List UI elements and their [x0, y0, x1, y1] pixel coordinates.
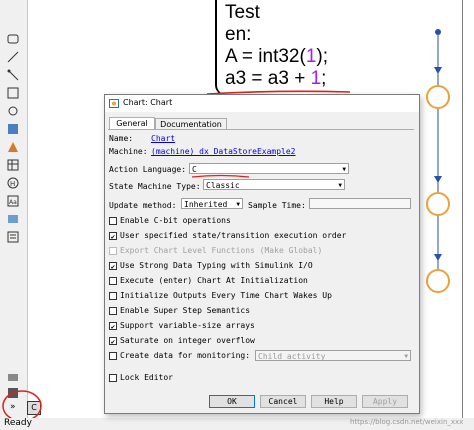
option-export-functions: Export Chart Level Functions (Make Globa…: [109, 246, 322, 257]
apply-button[interactable]: Apply: [362, 395, 408, 408]
option-variable-size-arrays[interactable]: ✔ Support variable-size arrays: [109, 321, 255, 332]
machine-link[interactable]: (machine) dx DataStoreExample2: [151, 147, 296, 156]
option-lock-editor[interactable]: Lock Editor: [109, 373, 173, 384]
sample-time-field[interactable]: [309, 198, 411, 209]
state-icon[interactable]: [7, 30, 19, 44]
checkbox-unchecked: [109, 276, 117, 285]
svg-text:H: H: [10, 180, 15, 188]
simulink-function-icon[interactable]: [7, 120, 19, 134]
checkbox-disabled: [109, 246, 117, 255]
annotation-icon[interactable]: Aa: [7, 192, 19, 207]
dialog-title: Chart: Chart: [123, 98, 173, 107]
image-icon[interactable]: [7, 210, 19, 223]
explore-icon[interactable]: [7, 368, 19, 381]
option-execute-at-init[interactable]: Execute (enter) Chart At Initialization: [109, 276, 308, 287]
checkbox-unchecked: [109, 306, 117, 315]
monitoring-select: Child activity ▼: [255, 350, 411, 361]
box-icon[interactable]: [7, 84, 19, 99]
option-initialize-outputs[interactable]: Initialize Outputs Every Time Chart Wake…: [109, 291, 332, 302]
checkbox-checked: ✔: [109, 321, 117, 331]
svg-text:Aa: Aa: [9, 199, 17, 206]
checkbox-checked: ✔: [109, 231, 117, 241]
default-transition-icon[interactable]: [7, 66, 19, 81]
matlab-function-icon[interactable]: [7, 138, 19, 152]
checkbox-unchecked: [109, 351, 117, 360]
state-circle-2: [426, 192, 450, 216]
chevron-down-icon: ▼: [342, 166, 346, 173]
name-label: Name:: [109, 134, 134, 143]
state-circle-3: [426, 269, 450, 293]
state-action-line-2: a3 = a3 + 1;: [225, 68, 327, 89]
junction-icon[interactable]: [7, 102, 19, 116]
dialog-titlebar[interactable]: Chart: Chart: [105, 95, 419, 112]
chevron-down-icon: ▼: [404, 353, 408, 360]
checkbox-checked: ✔: [109, 336, 117, 346]
action-language-label: Action Language:: [109, 165, 187, 174]
option-user-execution-order[interactable]: ✔ User specified state/transition executi…: [109, 231, 346, 242]
model-explorer-icon[interactable]: [7, 228, 19, 243]
option-enable-c-bit[interactable]: Enable C-bit operations: [109, 216, 231, 227]
history-icon[interactable]: H: [7, 174, 19, 189]
update-method-label: Update method:: [109, 201, 177, 210]
chevron-down-icon: ▼: [236, 201, 240, 208]
update-method-select[interactable]: Inherited ▼: [181, 198, 243, 209]
sample-time-label: Sample Time:: [248, 201, 306, 210]
chart-icon: [109, 99, 119, 108]
checkbox-unchecked: [109, 216, 117, 225]
state-circle-1: [426, 85, 450, 109]
help-button[interactable]: Help: [311, 395, 357, 408]
cancel-button[interactable]: Cancel: [260, 395, 306, 408]
state-column-diagram: [426, 29, 450, 293]
default-transition-dot: [435, 29, 441, 35]
chart-properties-dialog: Chart: Chart General Documentation Name:…: [104, 94, 420, 414]
state-entry-label: en:: [225, 24, 252, 45]
checkbox-checked: ✔: [109, 261, 117, 271]
state-action-line-1: A = int32(1);: [225, 46, 328, 67]
watermark: https://blog.csdn.net/weixin_xxx: [350, 418, 464, 426]
option-super-step[interactable]: Enable Super Step Semantics: [109, 306, 250, 317]
option-strong-typing[interactable]: ✔ Use Strong Data Typing with Simulink I/…: [109, 261, 313, 272]
transition-icon[interactable]: [7, 48, 19, 63]
chevron-down-icon: ▼: [338, 182, 342, 189]
checkbox-unchecked: [109, 291, 117, 300]
status-bar: Ready https://blog.csdn.net/weixin_xxx: [0, 418, 474, 430]
checkbox-unchecked: [109, 373, 117, 382]
machine-label: Machine:: [109, 147, 148, 156]
state-machine-type-label: State Machine Type:: [109, 182, 201, 191]
ok-button[interactable]: OK: [209, 395, 255, 408]
state-name: Test: [225, 2, 260, 23]
truth-table-icon[interactable]: [7, 156, 19, 171]
option-saturate-overflow[interactable]: ✔ Saturate on integer overflow: [109, 336, 255, 347]
state-machine-type-select[interactable]: Classic ▼: [203, 179, 345, 190]
option-create-monitoring-data[interactable]: Create data for monitoring:: [109, 351, 250, 362]
status-ready: Ready: [4, 418, 32, 428]
canvas-border: [462, 0, 463, 418]
name-link[interactable]: Chart: [151, 134, 175, 143]
action-language-select[interactable]: C ▼: [189, 163, 349, 174]
